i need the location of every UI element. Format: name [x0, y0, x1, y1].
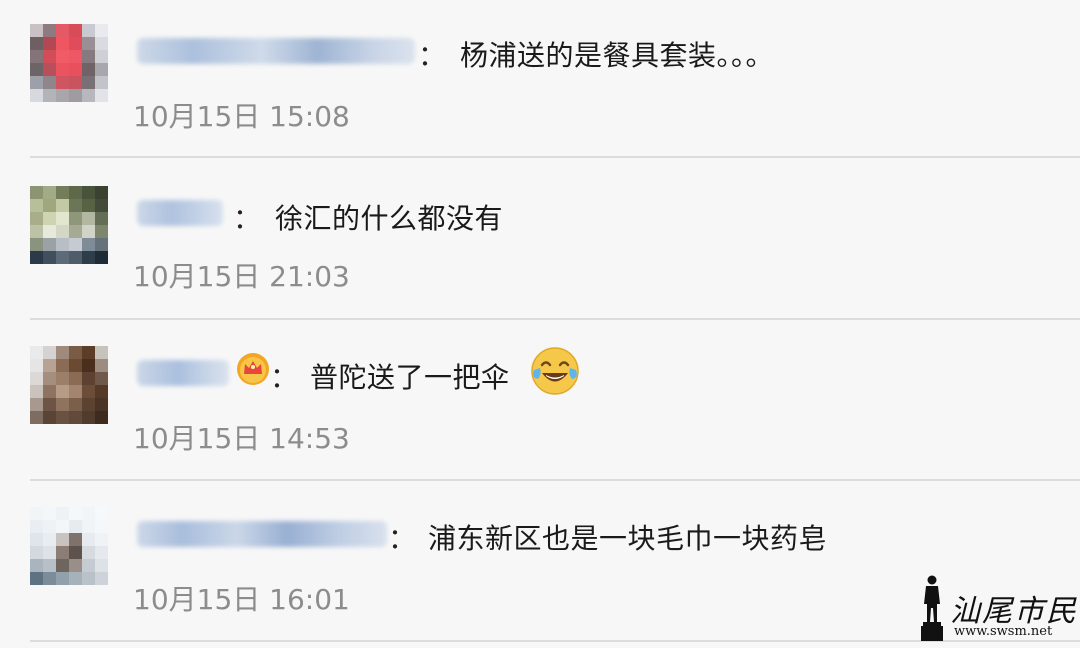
comment-item: ： 普陀送了一把伞 10月15日 14:53	[0, 322, 1080, 482]
comment-item: ： 杨浦送的是餐具套装。。。 10月15日 15:08	[0, 0, 1080, 160]
statue-icon	[921, 575, 943, 641]
site-watermark: 汕尾市民网 www.swsm.net	[918, 574, 1080, 644]
comment-text: 浦东新区也是一块毛巾一块药皂	[428, 522, 828, 555]
avatar[interactable]	[30, 346, 108, 424]
tears-of-joy-emoji-icon	[531, 347, 579, 395]
divider	[30, 156, 1080, 158]
watermark-url: www.swsm.net	[954, 624, 1053, 639]
crown-icon	[237, 353, 269, 385]
avatar[interactable]	[30, 24, 108, 102]
divider	[30, 318, 1080, 320]
colon: ：	[418, 39, 447, 72]
comment-time: 10月15日 14:53	[133, 422, 350, 455]
username-blurred[interactable]	[137, 521, 387, 547]
comment-text: 普陀送了一把伞	[310, 361, 510, 394]
username-blurred[interactable]	[137, 360, 229, 386]
colon: ：	[388, 522, 417, 555]
comment-text: 杨浦送的是餐具套装。。。	[460, 39, 775, 72]
divider	[30, 479, 1080, 481]
comment-time: 10月15日 21:03	[133, 260, 350, 293]
comment-time: 10月15日 15:08	[133, 100, 350, 133]
avatar[interactable]	[30, 507, 108, 585]
username-blurred[interactable]	[137, 38, 415, 64]
comment-text: 徐汇的什么都没有	[275, 202, 504, 235]
avatar[interactable]	[30, 186, 108, 264]
username-blurred[interactable]	[137, 200, 223, 226]
colon: ：	[270, 361, 299, 394]
comment-time: 10月15日 16:01	[133, 583, 350, 616]
comment-item: ： 徐汇的什么都没有 10月15日 21:03	[0, 160, 1080, 320]
colon: ：	[233, 202, 262, 235]
